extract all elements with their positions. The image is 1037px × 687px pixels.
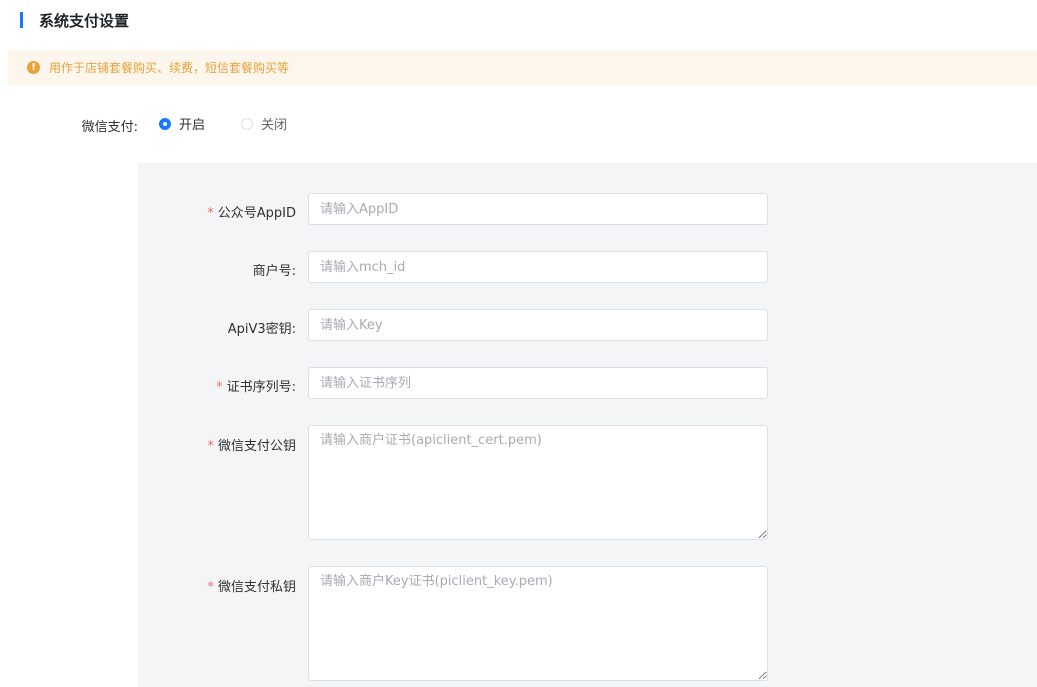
notice-banner: ! 用作于店铺套餐购买、续费，短信套餐购买等	[8, 50, 1037, 85]
private-key-textarea[interactable]	[308, 566, 768, 681]
cert-serial-label: * 证书序列号:	[216, 380, 296, 395]
required-mark: *	[207, 206, 214, 221]
required-mark: *	[207, 439, 214, 454]
radio-unchecked-icon	[241, 117, 253, 130]
mch-id-label: 商户号:	[252, 264, 296, 279]
section-title: 系统支付设置	[39, 11, 130, 30]
appid-input[interactable]	[308, 193, 768, 225]
wechat-pay-config-panel: *公众号AppID 商户号: ApiV3密钥: *证书序列号: *微信支付公钥 …	[138, 163, 1037, 687]
private-key-label: * 微信支付私钥	[207, 580, 296, 595]
section-header: 系统支付设置	[20, 10, 129, 30]
warning-icon: !	[27, 61, 40, 74]
notice-text: 用作于店铺套餐购买、续费，短信套餐购买等	[49, 61, 290, 75]
mch-id-input[interactable]	[308, 251, 768, 283]
cert-serial-input[interactable]	[308, 367, 768, 399]
radio-disable-label: 关闭	[261, 118, 288, 133]
radio-checked-icon	[159, 117, 171, 130]
radio-disable[interactable]: 关闭	[241, 114, 287, 133]
public-key-label: * 微信支付公钥	[207, 439, 296, 454]
radio-enable-label: 开启	[179, 118, 206, 133]
payment-settings-page: 系统支付设置 ! 用作于店铺套餐购买、续费，短信套餐购买等 微信支付: 开启 关…	[0, 0, 1037, 687]
public-key-textarea[interactable]	[308, 425, 768, 540]
wechat-pay-label: 微信支付:	[81, 120, 138, 135]
appid-label: * 公众号AppID	[207, 206, 296, 221]
radio-enable[interactable]: 开启	[159, 114, 205, 133]
required-mark: *	[216, 380, 223, 395]
apiv3-key-label: ApiV3密钥:	[227, 322, 296, 337]
required-mark: *	[207, 580, 214, 595]
wechat-pay-row: 微信支付: 开启 关闭	[0, 110, 600, 135]
section-accent-bar	[20, 12, 23, 28]
apiv3-key-input[interactable]	[308, 309, 768, 341]
